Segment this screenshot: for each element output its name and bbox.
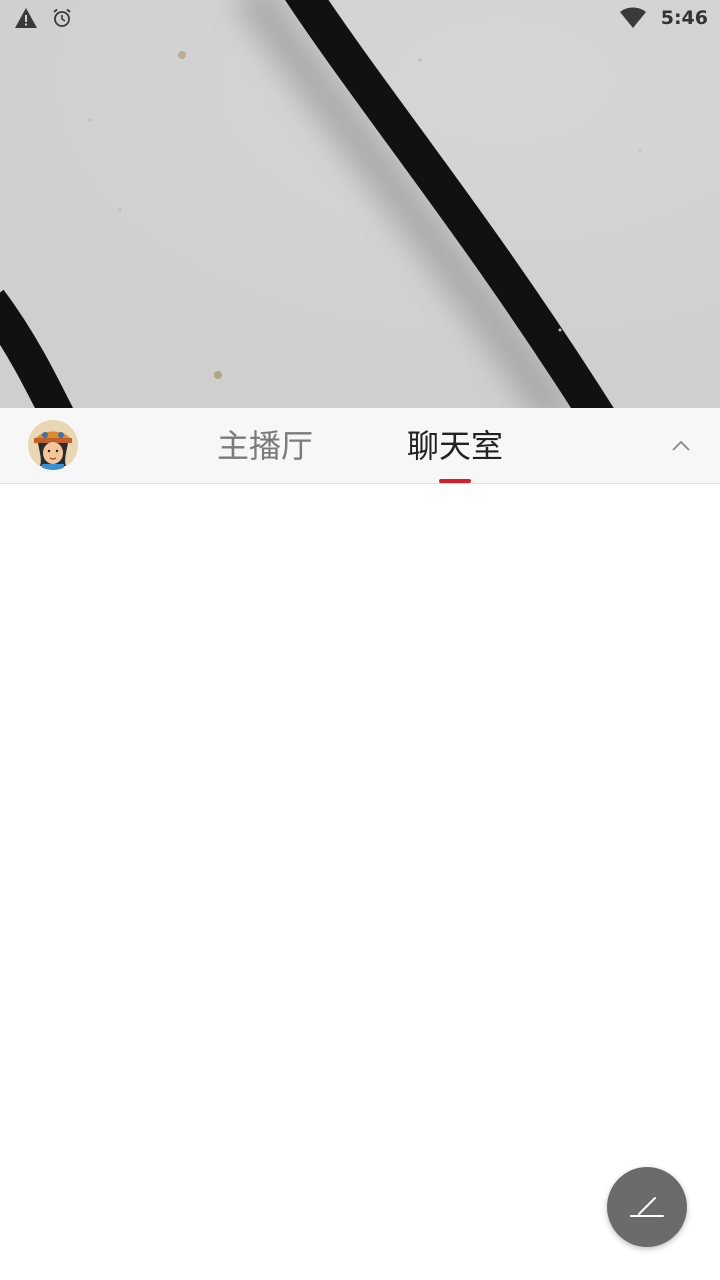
alarm-icon — [52, 8, 72, 28]
active-tab-indicator — [439, 479, 471, 483]
warning-icon — [14, 7, 38, 29]
edit-icon — [627, 1190, 667, 1224]
background-photo — [0, 0, 720, 408]
tab-anchor-hall[interactable]: 主播厅 — [190, 424, 340, 468]
wifi-icon — [619, 7, 647, 29]
screen: 5:46 主播厅 聊天室 — [0, 0, 720, 1280]
status-time: 5:46 — [660, 7, 708, 29]
avatar-image — [28, 420, 78, 470]
collapse-button[interactable] — [662, 428, 700, 464]
chat-content[interactable] — [0, 484, 720, 1280]
status-right: 5:46 — [619, 7, 708, 29]
status-bar: 5:46 — [0, 0, 720, 36]
tab-bar: 主播厅 聊天室 — [0, 408, 720, 484]
user-avatar[interactable] — [28, 420, 78, 470]
chevron-up-icon — [671, 437, 691, 456]
hero-photo: 5:46 — [0, 0, 720, 408]
status-left — [14, 7, 72, 29]
tab-chatroom[interactable]: 聊天室 — [380, 424, 530, 468]
compose-button[interactable] — [607, 1167, 687, 1247]
